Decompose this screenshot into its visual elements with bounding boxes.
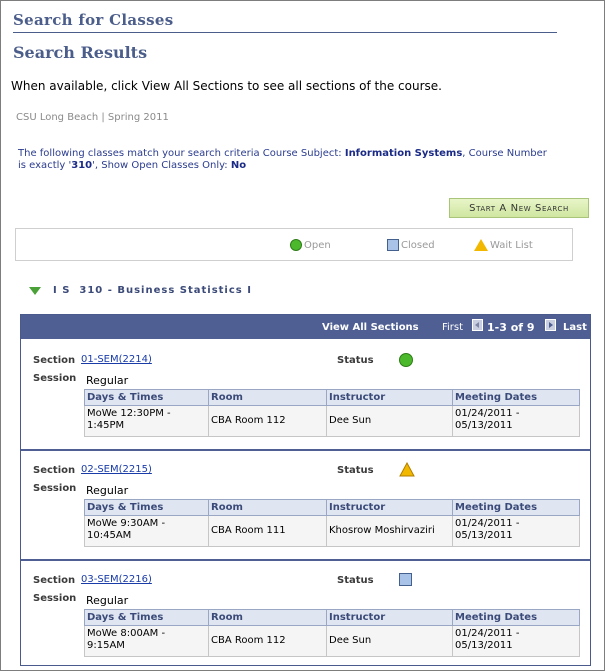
search-criteria: The following classes match your search …: [18, 148, 558, 172]
closed-square-icon: [387, 239, 399, 251]
section-link[interactable]: 03-SEM(2216): [81, 574, 152, 585]
session-value: Regular: [86, 374, 129, 387]
meeting-dates-cell: 01/24/2011 -05/13/2011: [452, 515, 580, 547]
criteria-open-value: No: [230, 160, 247, 171]
section-divider: [21, 449, 590, 451]
status-label: Status: [337, 465, 374, 476]
days-times-cell: MoWe 8:00AM -9:15AM: [84, 625, 209, 657]
instructor-cell: Khosrow Moshirvaziri: [326, 515, 453, 547]
title-divider: [13, 32, 557, 33]
room-cell: CBA Room 111: [208, 515, 327, 547]
institution-term: CSU Long Beach | Spring 2011: [16, 112, 169, 123]
open-circle-icon: [290, 239, 302, 251]
days-line-1: MoWe 8:00AM -: [87, 628, 166, 639]
col-room: Room: [208, 609, 327, 626]
session-label: Session: [33, 593, 77, 604]
room-cell: CBA Room 112: [208, 405, 327, 437]
legend-closed-label: Closed: [401, 239, 435, 251]
section-label: Section: [33, 575, 76, 586]
col-instructor: Instructor: [326, 499, 453, 516]
col-days-times: Days & Times: [84, 389, 209, 406]
section-label: Section: [33, 465, 76, 476]
col-days-times: Days & Times: [84, 499, 209, 516]
session-value: Regular: [86, 594, 129, 607]
sections-grid: View All Sections First 1-3 of 9 Last Se…: [20, 314, 591, 666]
dates-line-1: 01/24/2011 -: [455, 518, 520, 529]
status-label: Status: [337, 355, 374, 366]
days-line-1: MoWe 9:30AM -: [87, 518, 166, 529]
status-label: Status: [337, 575, 374, 586]
days-line-2: 1:45PM: [87, 420, 125, 431]
days-line-1: MoWe 12:30PM -: [87, 408, 171, 419]
meeting-dates-cell: 01/24/2011 -05/13/2011: [452, 625, 580, 657]
row-range: 1-3 of 9: [487, 321, 535, 334]
session-label: Session: [33, 483, 77, 494]
criteria-open-label: ', Show Open Classes Only:: [92, 160, 228, 171]
start-new-search-label: Start A New Search: [469, 203, 569, 214]
days-times-cell: MoWe 9:30AM -10:45AM: [84, 515, 209, 547]
grid-header-bar: View All Sections First 1-3 of 9 Last: [21, 315, 590, 339]
dates-line-2: 05/13/2011: [455, 640, 513, 651]
criteria-prefix: The following classes match your search …: [18, 148, 342, 159]
instructor-cell: Dee Sun: [326, 405, 453, 437]
col-instructor: Instructor: [326, 609, 453, 626]
meeting-table: Days & Times Room Instructor Meeting Dat…: [84, 499, 580, 547]
search-results-heading: Search Results: [13, 43, 148, 62]
days-line-2: 9:15AM: [87, 640, 125, 651]
next-page-icon[interactable]: [545, 319, 556, 331]
col-meeting-dates: Meeting Dates: [452, 609, 580, 626]
legend-open: Open: [290, 239, 331, 251]
section-link[interactable]: 02-SEM(2215): [81, 464, 152, 475]
col-days-times: Days & Times: [84, 609, 209, 626]
legend-closed: Closed: [387, 239, 435, 251]
status-closed-icon: [399, 573, 412, 586]
meeting-table: Days & Times Room Instructor Meeting Dat…: [84, 609, 580, 657]
dates-line-1: 01/24/2011 -: [455, 408, 520, 419]
days-times-cell: MoWe 12:30PM -1:45PM: [84, 405, 209, 437]
status-legend: Open Closed Wait List: [15, 228, 573, 261]
wait-list-triangle-icon: [474, 239, 488, 251]
course-title: I S 310 - Business Statistics I: [53, 285, 252, 296]
col-room: Room: [208, 389, 327, 406]
session-label: Session: [33, 373, 77, 384]
section-divider: [21, 559, 590, 561]
legend-wait: Wait List: [474, 239, 533, 251]
start-new-search-button[interactable]: Start A New Search: [449, 198, 589, 218]
criteria-number: 310: [71, 160, 93, 171]
section-link[interactable]: 01-SEM(2214): [81, 354, 152, 365]
col-instructor: Instructor: [326, 389, 453, 406]
col-room: Room: [208, 499, 327, 516]
col-meeting-dates: Meeting Dates: [452, 499, 580, 516]
criteria-subject: Information Systems: [344, 148, 463, 159]
room-cell: CBA Room 112: [208, 625, 327, 657]
dates-line-2: 05/13/2011: [455, 530, 513, 541]
course-header[interactable]: I S 310 - Business Statistics I: [29, 285, 252, 296]
session-value: Regular: [86, 484, 129, 497]
status-wait-list-icon: [399, 461, 415, 481]
status-open-icon: [399, 353, 413, 367]
meeting-dates-cell: 01/24/2011 -05/13/2011: [452, 405, 580, 437]
previous-page-icon[interactable]: [472, 319, 483, 331]
days-line-2: 10:45AM: [87, 530, 132, 541]
page-frame: Search for Classes Search Results When a…: [0, 0, 605, 671]
meeting-table: Days & Times Room Instructor Meeting Dat…: [84, 389, 580, 437]
page-title: Search for Classes: [13, 11, 174, 29]
last-page-label: Last: [563, 322, 587, 333]
view-all-sections-link[interactable]: View All Sections: [322, 322, 419, 333]
collapse-triangle-icon[interactable]: [29, 286, 41, 295]
instructor-cell: Dee Sun: [326, 625, 453, 657]
dates-line-1: 01/24/2011 -: [455, 628, 520, 639]
col-meeting-dates: Meeting Dates: [452, 389, 580, 406]
section-label: Section: [33, 355, 76, 366]
legend-wait-label: Wait List: [490, 239, 533, 251]
legend-open-label: Open: [304, 239, 331, 251]
dates-line-2: 05/13/2011: [455, 420, 513, 431]
first-page-label: First: [442, 322, 464, 333]
instructions-text: When available, click View All Sections …: [11, 79, 442, 93]
